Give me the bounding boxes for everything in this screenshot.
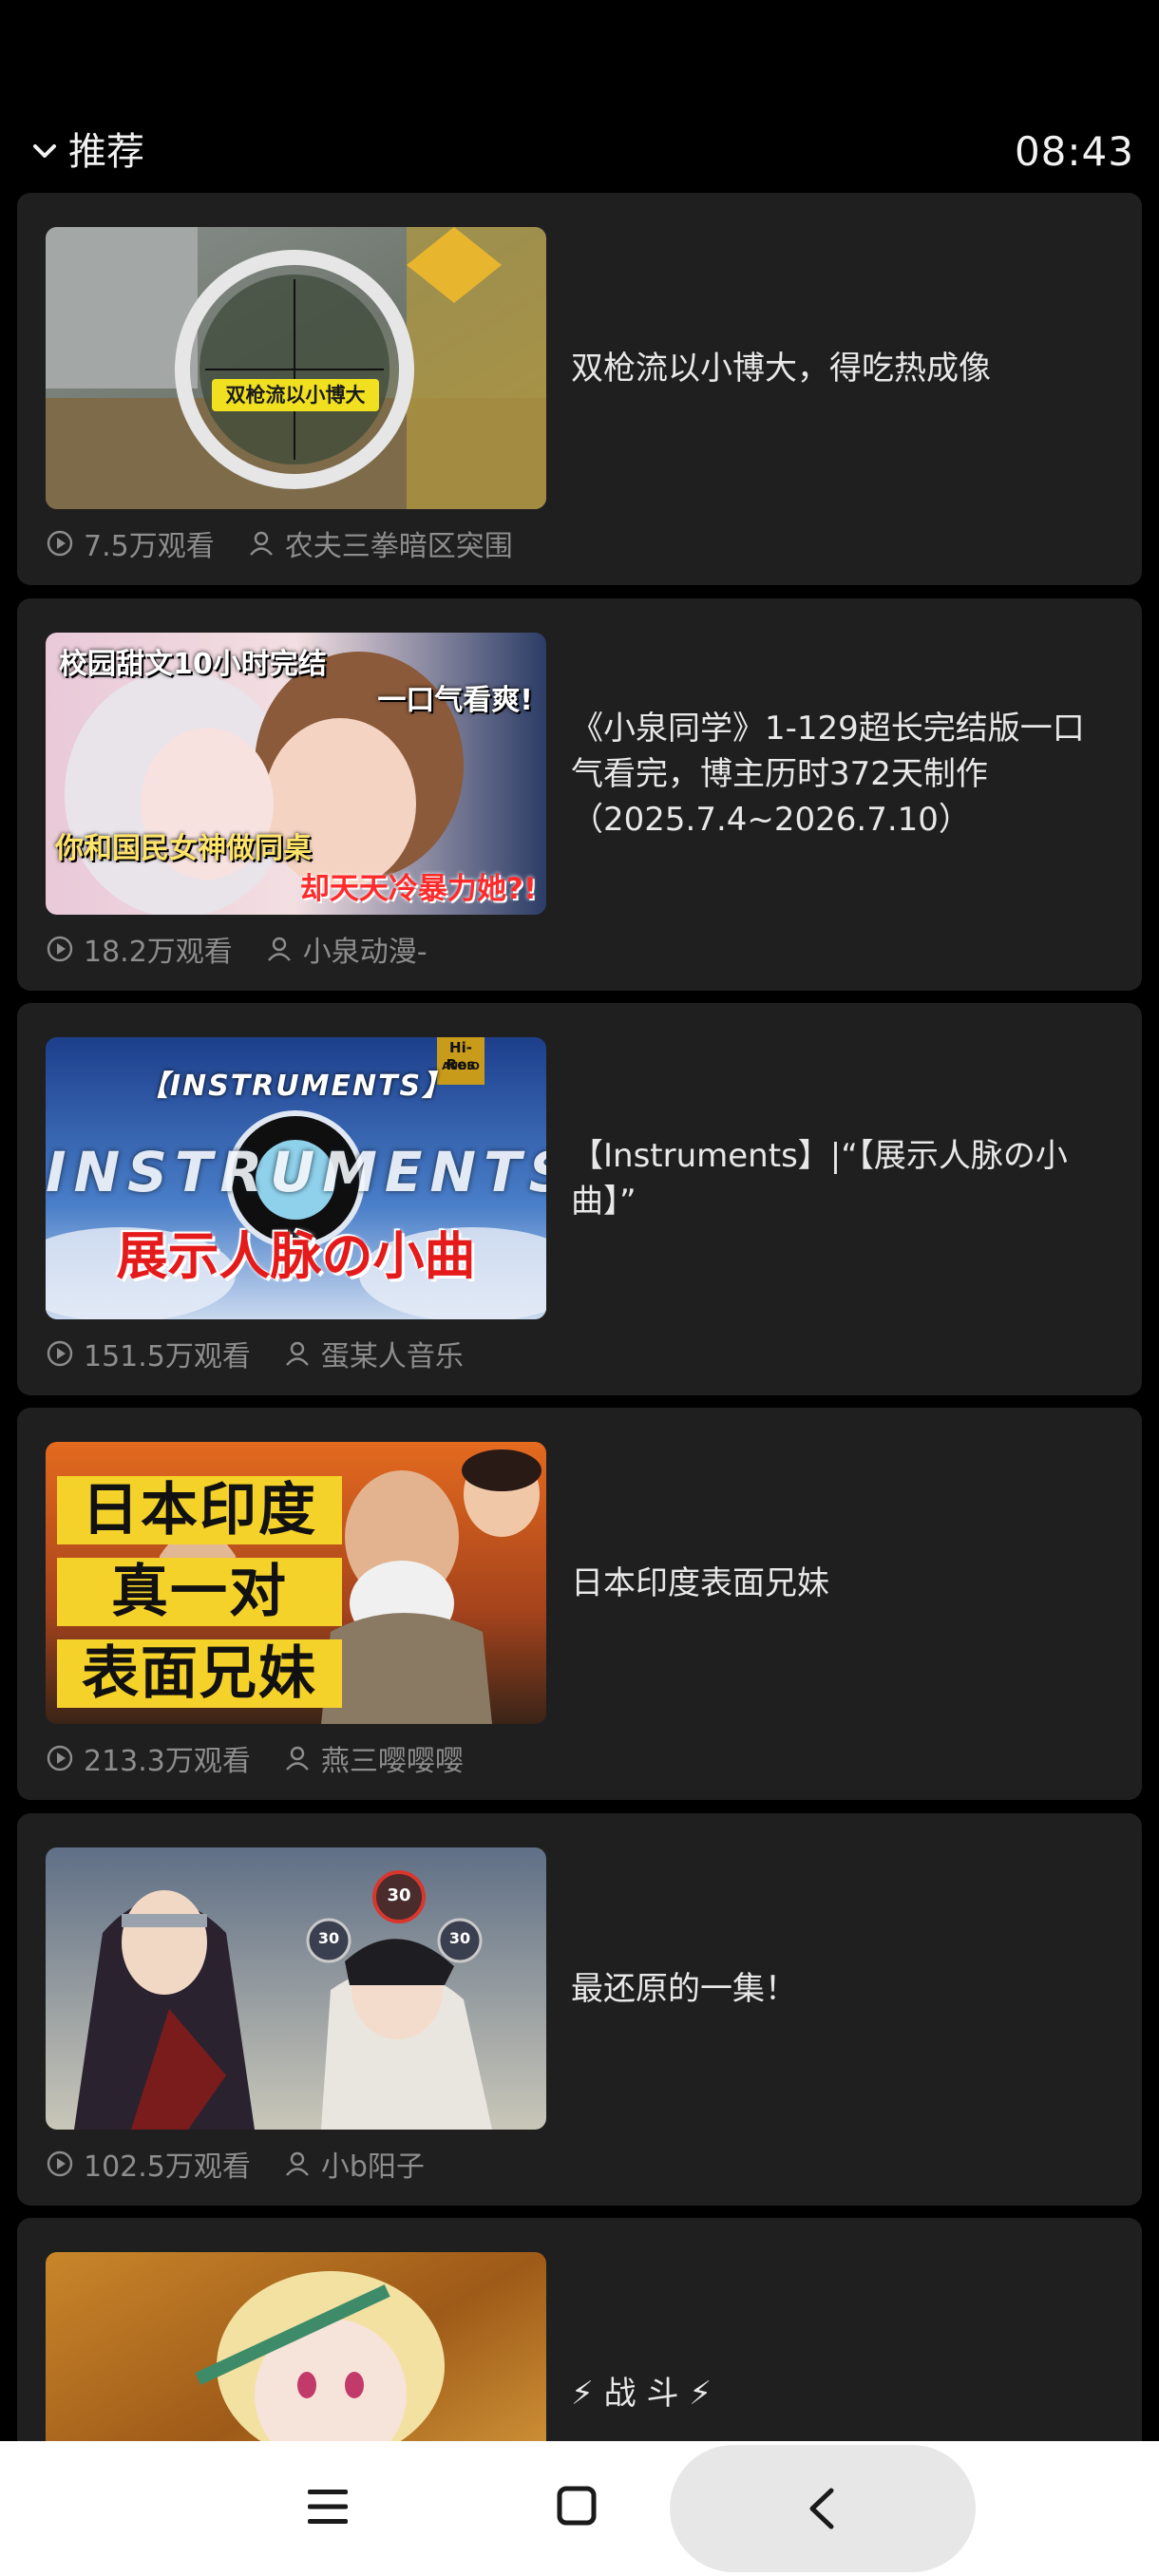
play-circle-icon — [47, 2150, 73, 2177]
video-card[interactable]: 校园甜文10小时完结 一口气看爽! 你和国民女神做同桌 却天天冷暴力她?! 《小… — [17, 598, 1142, 991]
view-count: 151.5万观看 — [84, 1340, 251, 1373]
home-square-icon[interactable] — [556, 2485, 598, 2527]
view-count: 213.3万观看 — [84, 1745, 251, 1778]
person-icon — [285, 2151, 309, 2176]
author-name[interactable]: 蛋某人音乐 — [321, 1333, 464, 1374]
person-icon — [285, 1746, 309, 1771]
view-count: 7.5万观看 — [84, 530, 215, 563]
video-card[interactable]: 双枪流以小博大 双枪流以小博大，得吃热成像 7.5万观看 农夫三拳暗区突围 — [17, 193, 1142, 585]
author-name[interactable]: 农夫三拳暗区突围 — [285, 522, 513, 564]
play-circle-icon — [47, 1745, 73, 1771]
thumbnail-badge: 30 — [387, 1885, 411, 1905]
thumbnail-caption: 一口气看爽! — [377, 684, 533, 717]
video-meta: 213.3万观看 燕三嘤嘤嘤 — [46, 1737, 464, 1779]
play-circle-icon — [47, 1340, 73, 1367]
author-name[interactable]: 小泉动漫- — [303, 928, 428, 970]
video-thumbnail[interactable]: Hi-Res AUDIO 【INSTRUMENTS】 INSTRUMENTS 展… — [46, 1037, 546, 1319]
person-icon — [249, 531, 273, 556]
video-meta: 7.5万观看 农夫三拳暗区突围 — [46, 522, 513, 564]
video-thumbnail[interactable]: 校园甜文10小时完结 一口气看爽! 你和国民女神做同桌 却天天冷暴力她?! — [46, 633, 546, 915]
thumbnail-caption: INSTRUMENTS — [46, 1140, 546, 1204]
thumbnail-caption: 校园甜文10小时完结 — [59, 648, 327, 681]
thumbnail-caption: 日本印度 — [57, 1476, 342, 1544]
page: 推荐 08:43 双枪流以小博大 双枪流以小博大，得吃热成像 7.5万观看 农夫… — [0, 0, 1159, 2576]
thumbnail-caption: 表面兄妹 — [57, 1639, 342, 1708]
video-title[interactable]: 最还原的一集！ — [571, 1847, 1103, 2130]
person-icon — [267, 937, 291, 961]
person-icon — [285, 1341, 309, 1366]
author-name[interactable]: 燕三嘤嘤嘤 — [321, 1737, 464, 1779]
video-card[interactable]: Hi-Res AUDIO 【INSTRUMENTS】 INSTRUMENTS 展… — [17, 1003, 1142, 1395]
video-title[interactable]: 双枪流以小博大，得吃热成像 — [571, 227, 1103, 509]
video-thumbnail[interactable]: 30 30 30 — [46, 1847, 546, 2130]
thumbnail-caption: 却天天冷暴力她?! — [299, 872, 537, 906]
thumbnail-badge: 30 — [317, 1929, 340, 1947]
video-meta: 18.2万观看 小泉动漫- — [46, 928, 428, 970]
video-title[interactable]: 日本印度表面兄妹 — [571, 1442, 1103, 1724]
view-count: 102.5万观看 — [84, 2150, 251, 2184]
view-count: 18.2万观看 — [84, 936, 233, 969]
video-title[interactable]: 《小泉同学》1-129超长完结版一口气看完，博主历时372天制作（2025.7.… — [571, 633, 1103, 915]
thumbnail-caption: 真一对 — [57, 1558, 342, 1626]
system-navigation-bar — [0, 2441, 1159, 2576]
video-thumbnail[interactable]: 日本印度 真一对 表面兄妹 — [46, 1442, 546, 1724]
back-chevron-icon[interactable] — [803, 2487, 841, 2530]
video-meta: 151.5万观看 蛋某人音乐 — [46, 1333, 464, 1374]
video-title[interactable]: 【Instruments】|“【展示人脉の小曲】” — [571, 1037, 1103, 1319]
menu-icon[interactable] — [306, 2487, 350, 2527]
thumbnail-badge: 30 — [448, 1929, 471, 1947]
feed-header: 推荐 08:43 — [0, 114, 1159, 190]
video-thumbnail[interactable]: 双枪流以小博大 — [46, 227, 546, 509]
thumbnail-caption: 双枪流以小博大 — [225, 384, 366, 407]
thumbnail-caption: 展示人脉の小曲 — [116, 1226, 476, 1286]
video-meta: 102.5万观看 小b阳子 — [46, 2143, 425, 2185]
play-circle-icon — [47, 530, 73, 557]
thumbnail-caption: 你和国民女神做同桌 — [55, 832, 312, 865]
author-name[interactable]: 小b阳子 — [321, 2143, 425, 2185]
video-card[interactable]: 日本印度 真一对 表面兄妹 日本印度表面兄妹 213.3万观看 燕三嘤嘤嘤 — [17, 1408, 1142, 1800]
thumbnail-caption: 【INSTRUMENTS】 — [139, 1070, 453, 1103]
video-card[interactable]: 30 30 30 最还原的一集！ 102.5万观看 小b阳子 — [17, 1813, 1142, 2206]
play-circle-icon — [47, 936, 73, 962]
clock-time: 08:43 — [1014, 128, 1134, 175]
chevron-down-icon[interactable] — [28, 135, 61, 167]
feed-category-title[interactable]: 推荐 — [68, 123, 144, 180]
